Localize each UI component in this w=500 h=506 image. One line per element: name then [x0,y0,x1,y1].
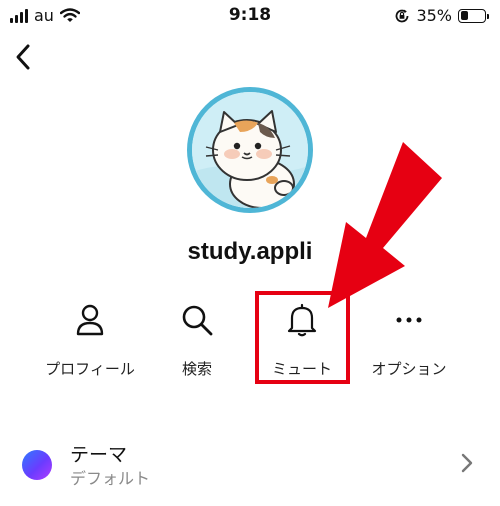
rotation-lock-icon [396,9,409,22]
battery-icon [458,8,489,23]
theme-color-swatch [22,450,52,480]
options-button-label: オプション [371,360,447,378]
search-button[interactable]: 検索 [137,300,257,379]
battery-percent: 35% [416,6,452,25]
profile-button-label: プロフィール [45,360,135,378]
theme-title: テーマ [70,444,128,466]
person-icon [76,304,104,336]
battery-level [460,11,469,20]
chevron-right-icon [461,453,473,473]
status-right: 35% [394,6,489,25]
chevron-left-icon [16,44,30,70]
theme-setting-row[interactable]: テーマ デフォルト [0,430,500,500]
theme-value: デフォルト [70,469,151,488]
status-bar: au 9:18 35% [0,0,500,32]
avatar [187,87,313,213]
cat-avatar-image [192,92,308,208]
back-button[interactable] [8,38,40,74]
search-button-label: 検索 [181,360,212,378]
red-arrow-icon [328,142,442,308]
profile-button[interactable]: プロフィール [30,300,150,379]
search-icon [182,305,213,336]
